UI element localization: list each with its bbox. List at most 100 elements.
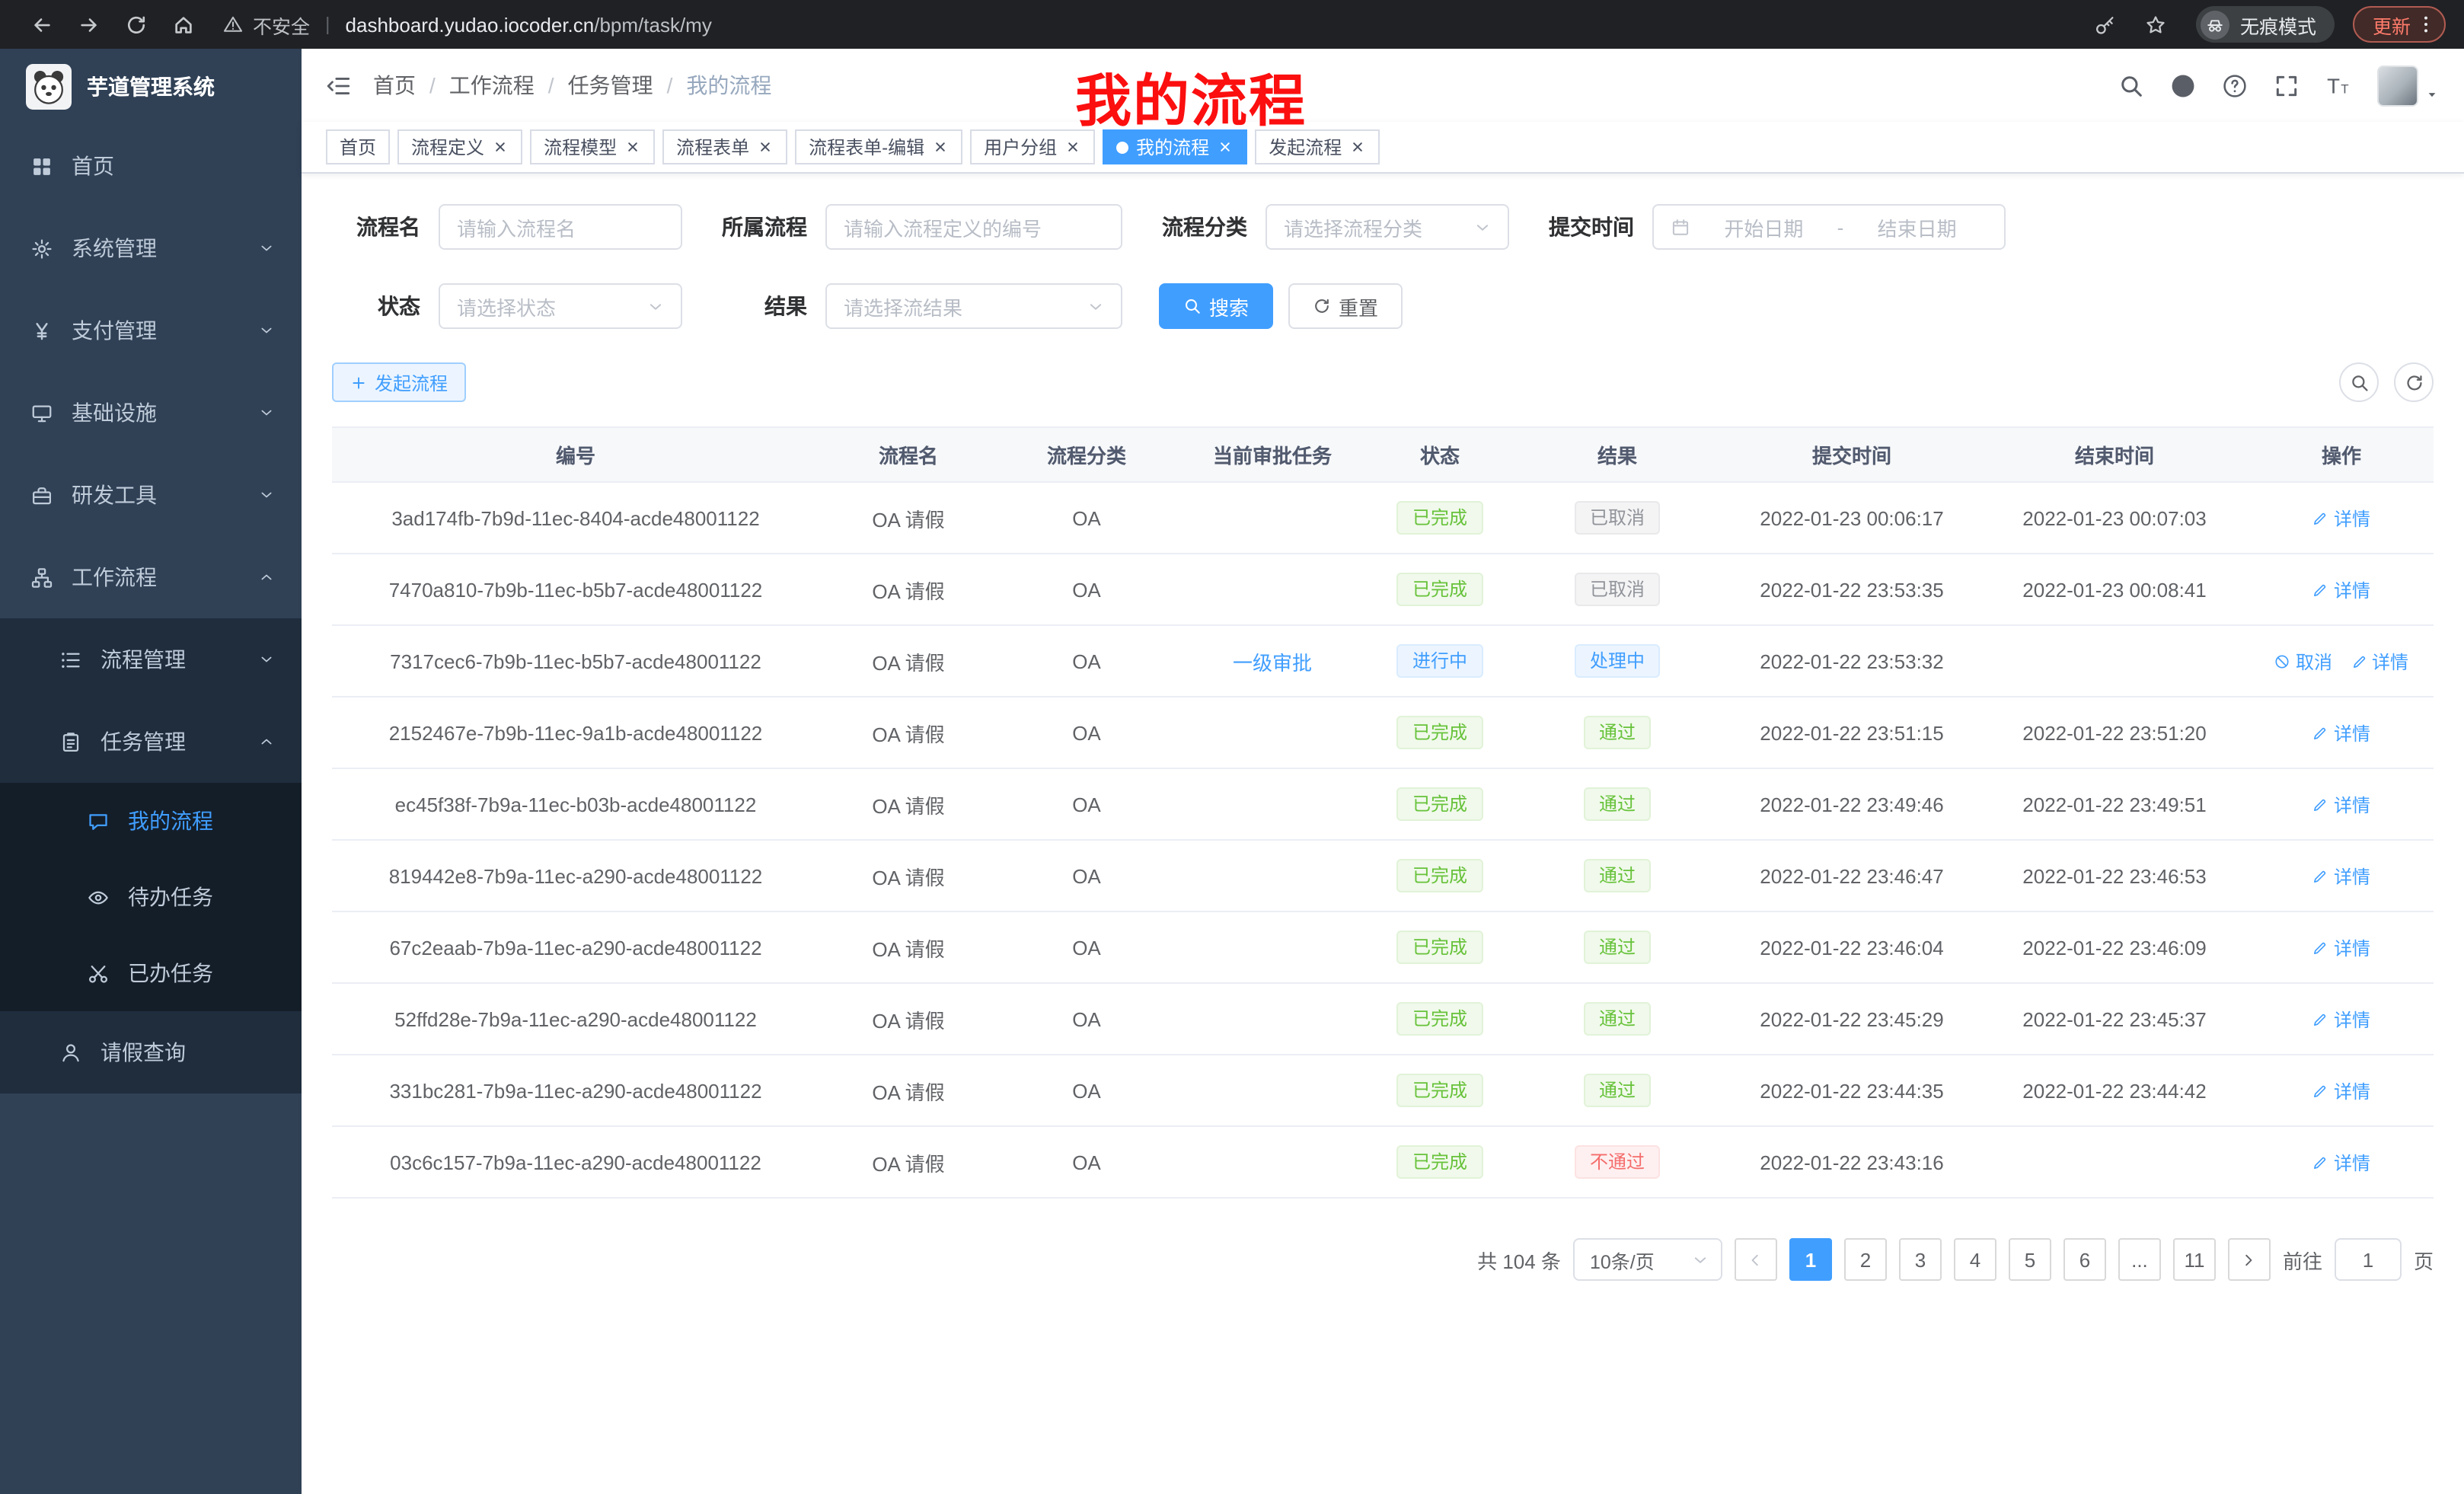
filter-category-select[interactable]: 请选择流程分类 xyxy=(1266,204,1509,250)
tab-label: 首页 xyxy=(340,134,376,160)
cell-current-task xyxy=(1176,768,1369,840)
table-row: 3ad174fb-7b9d-11ec-8404-acde48001122OA 请… xyxy=(332,482,2434,554)
current-task-link[interactable]: 一级审批 xyxy=(1233,651,1312,674)
detail-action[interactable]: 详情 xyxy=(2312,576,2370,602)
close-icon[interactable] xyxy=(1217,139,1234,155)
breadcrumb: 首页/工作流程/任务管理/我的流程 xyxy=(373,70,771,101)
column-header: 编号 xyxy=(332,427,819,482)
header-search-icon[interactable] xyxy=(2118,72,2144,98)
detail-action[interactable]: 详情 xyxy=(2312,505,2370,531)
sidebar-item-done-task[interactable]: 已办任务 xyxy=(0,935,302,1011)
page-button-11[interactable]: 11 xyxy=(2173,1238,2216,1281)
cell-status: 进行中 xyxy=(1369,625,1511,697)
detail-action[interactable]: 详情 xyxy=(2312,720,2370,745)
sidebar-item-todo-task[interactable]: 待办任务 xyxy=(0,859,302,935)
detail-action[interactable]: 详情 xyxy=(2351,648,2408,674)
create-process-button[interactable]: 发起流程 xyxy=(332,362,466,402)
reset-button[interactable]: 重置 xyxy=(1288,283,1403,329)
detail-action[interactable]: 详情 xyxy=(2312,791,2370,817)
avatar[interactable] xyxy=(2377,65,2418,106)
key-icon[interactable] xyxy=(2094,13,2117,36)
filter-definition-input[interactable]: 请输入流程定义的编号 xyxy=(825,204,1122,250)
tab-1[interactable]: 流程定义 xyxy=(397,129,522,164)
close-icon[interactable] xyxy=(1064,139,1081,155)
tab-5[interactable]: 用户分组 xyxy=(970,129,1095,164)
filter-result-select[interactable]: 请选择流结果 xyxy=(825,283,1122,329)
goto-page-input[interactable]: 1 xyxy=(2335,1238,2402,1281)
more-pages-button[interactable]: ... xyxy=(2118,1238,2161,1281)
infra-icon xyxy=(30,401,53,424)
cancel-action[interactable]: 取消 xyxy=(2274,648,2332,674)
yen-icon xyxy=(30,319,53,342)
breadcrumb-item[interactable]: 工作流程 xyxy=(449,70,535,101)
cell-name: OA 请假 xyxy=(819,625,997,697)
breadcrumb-item[interactable]: 首页 xyxy=(373,70,416,101)
cell-status: 已完成 xyxy=(1369,1055,1511,1126)
page-size-select[interactable]: 10条/页 xyxy=(1573,1238,1722,1281)
close-icon[interactable] xyxy=(624,139,641,155)
page-button-4[interactable]: 4 xyxy=(1954,1238,1996,1281)
sidebar-item-home[interactable]: 首页 xyxy=(0,125,302,207)
filter-row-1: 流程名 请输入流程名 所属流程 请输入流程定义的编号 流程分类 请选择流程分类 xyxy=(332,204,2434,250)
sidebar-item-payment-management[interactable]: 支付管理 xyxy=(0,289,302,372)
close-icon[interactable] xyxy=(1349,139,1366,155)
cell-end-time: 2022-01-23 00:08:41 xyxy=(1980,554,2249,625)
tab-7[interactable]: 发起流程 xyxy=(1255,129,1380,164)
filter-status-label: 状态 xyxy=(332,291,420,321)
toggle-search-button[interactable] xyxy=(2339,362,2379,402)
browser-forward-icon[interactable] xyxy=(78,13,101,36)
refresh-table-button[interactable] xyxy=(2394,362,2434,402)
page-button-1[interactable]: 1 xyxy=(1789,1238,1832,1281)
search-button[interactable]: 搜索 xyxy=(1159,283,1273,329)
filter-name-input[interactable]: 请输入流程名 xyxy=(439,204,682,250)
sidebar-item-my-process[interactable]: 我的流程 xyxy=(0,783,302,859)
sidebar-item-infrastructure[interactable]: 基础设施 xyxy=(0,372,302,454)
sidebar-item-dev-tools[interactable]: 研发工具 xyxy=(0,454,302,536)
page-button-2[interactable]: 2 xyxy=(1844,1238,1887,1281)
browser-back-icon[interactable] xyxy=(30,13,53,36)
close-icon[interactable] xyxy=(932,139,949,155)
browser-menu-icon[interactable] xyxy=(2415,14,2437,35)
sidebar-toggle-icon[interactable] xyxy=(326,72,352,98)
tab-2[interactable]: 流程模型 xyxy=(530,129,655,164)
user-menu[interactable] xyxy=(2377,65,2440,106)
page-button-3[interactable]: 3 xyxy=(1899,1238,1942,1281)
update-button[interactable]: 更新 xyxy=(2353,6,2446,43)
close-icon[interactable] xyxy=(757,139,774,155)
prev-page-button[interactable] xyxy=(1735,1238,1777,1281)
detail-action[interactable]: 详情 xyxy=(2312,934,2370,960)
filter-status-select[interactable]: 请选择状态 xyxy=(439,283,682,329)
address-bar[interactable]: 不安全 | dashboard.yudao.iocoder.cn/bpm/tas… xyxy=(222,10,712,39)
submit-time-range-input[interactable]: 开始日期 - 结束日期 xyxy=(1652,204,2006,250)
next-page-button[interactable] xyxy=(2228,1238,2271,1281)
font-size-icon[interactable]: TT xyxy=(2325,72,2351,98)
chevron-down-icon xyxy=(1087,298,1104,314)
sidebar-item-leave-query[interactable]: 请假查询 xyxy=(0,1011,302,1093)
sidebar-item-task-management[interactable]: 任务管理 xyxy=(0,701,302,783)
help-icon[interactable] xyxy=(2222,72,2248,98)
browser-reload-icon[interactable] xyxy=(125,13,148,36)
incognito-badge: 无痕模式 xyxy=(2196,6,2335,43)
detail-action[interactable]: 详情 xyxy=(2312,1077,2370,1103)
detail-action[interactable]: 详情 xyxy=(2312,863,2370,889)
page-button-6[interactable]: 6 xyxy=(2063,1238,2106,1281)
detail-action[interactable]: 详情 xyxy=(2312,1006,2370,1032)
detail-action[interactable]: 详情 xyxy=(2312,1149,2370,1175)
browser-home-icon[interactable] xyxy=(172,13,195,36)
page-button-5[interactable]: 5 xyxy=(2009,1238,2051,1281)
tab-6[interactable]: 我的流程 xyxy=(1103,129,1247,164)
warning-icon xyxy=(222,14,244,35)
bookmark-star-icon[interactable] xyxy=(2144,13,2167,36)
sidebar-item-process-management[interactable]: 流程管理 xyxy=(0,618,302,701)
tab-0[interactable]: 首页 xyxy=(326,129,390,164)
github-icon[interactable] xyxy=(2170,72,2196,98)
sidebar-item-workflow[interactable]: 工作流程 xyxy=(0,536,302,618)
close-icon[interactable] xyxy=(492,139,509,155)
status-tag: 已完成 xyxy=(1397,787,1483,821)
tab-4[interactable]: 流程表单-编辑 xyxy=(795,129,962,164)
sidebar-item-system-management[interactable]: 系统管理 xyxy=(0,207,302,289)
table-row: 2152467e-7b9b-11ec-9a1b-acde48001122OA 请… xyxy=(332,697,2434,768)
fullscreen-icon[interactable] xyxy=(2274,72,2300,98)
breadcrumb-item[interactable]: 任务管理 xyxy=(568,70,653,101)
tab-3[interactable]: 流程表单 xyxy=(662,129,787,164)
